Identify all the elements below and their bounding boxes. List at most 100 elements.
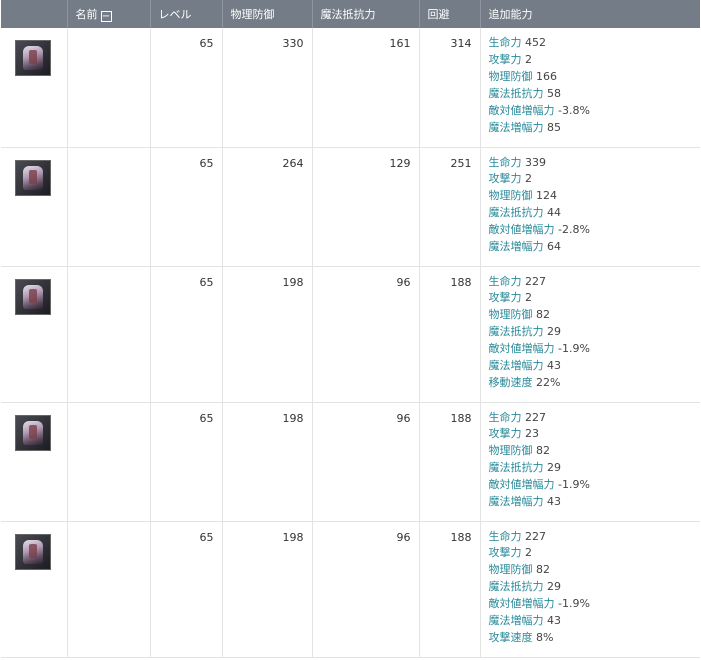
stat-value: 82: [536, 563, 550, 577]
stat-line: 移動速度 22%: [489, 375, 701, 392]
stat-name: 攻撃力: [488, 52, 522, 66]
stat-line: 魔法増幅力 85: [489, 120, 701, 137]
phys-def-cell: 198: [222, 402, 313, 522]
evasion-column-header[interactable]: 回避: [419, 0, 481, 28]
item-name-cell: [67, 28, 151, 148]
stat-value: 124: [536, 189, 557, 203]
stat-line: 攻撃力 2: [489, 52, 701, 69]
stat-value: 64: [547, 240, 561, 254]
armor-piece-icon[interactable]: [15, 414, 51, 451]
bonus-stats-cell: 生命力 339 攻撃力 2 物理防御 124 魔法抵抗力 44 敵対値増幅力 -2.8%…: [480, 147, 701, 267]
bonus-stats-cell: 生命力 227 攻撃力 2 物理防御 82 魔法抵抗力 29 敵対値増幅力 -1.9% 魔…: [480, 266, 701, 403]
stat-name: 魔法抵抗力: [488, 86, 544, 100]
item-table: 名前 − レベル 物理防御 魔法抵抗力 回避 追加能力 65 330 161 314 生命…: [1, 0, 700, 658]
stat-name: 物理防御: [488, 189, 533, 203]
stat-line: 敵対値増幅力 -1.9%: [489, 477, 701, 494]
table-row: 65 198 96 188 生命力 227 攻撃力 2 物理防御 82 魔法抵抗力 29 敵対値…: [1, 521, 701, 658]
stat-name: 生命力: [488, 36, 522, 49]
collapse-toggle-icon[interactable]: −: [100, 11, 112, 22]
stat-name: 魔法抵抗力: [488, 325, 544, 339]
table-row: 65 198 96 188 生命力 227 攻撃力 23 物理防御 82 魔法抵抗力 29 敵対…: [1, 402, 701, 522]
stat-name: 敵対値増幅力: [488, 478, 555, 492]
stat-line: 攻撃力 2: [489, 545, 701, 562]
armor-piece-icon[interactable]: [15, 533, 51, 570]
stat-name: 物理防御: [488, 563, 533, 577]
item-icon-cell[interactable]: [1, 147, 68, 267]
bonus-stats-cell: 生命力 227 攻撃力 23 物理防御 82 魔法抵抗力 29 敵対値増幅力 -1.9%…: [480, 402, 701, 522]
stat-value: 2: [525, 172, 532, 186]
stat-line: 物理防御 82: [489, 443, 701, 460]
stat-value: 339: [525, 155, 546, 169]
stat-line: 魔法抵抗力 29: [489, 324, 701, 341]
level-cell: 65: [150, 147, 223, 267]
stat-value: 85: [547, 120, 561, 134]
stat-name: 敵対値増幅力: [488, 342, 555, 356]
item-icon-cell[interactable]: [1, 266, 68, 403]
phys-def-column-header[interactable]: 物理防御: [222, 0, 313, 28]
stat-line: 物理防御 124: [489, 188, 701, 205]
stat-name: 攻撃力: [488, 427, 522, 441]
bonus-column-header[interactable]: 追加能力: [480, 0, 700, 28]
phys-def-cell: 198: [222, 266, 313, 403]
mag-res-cell: 129: [312, 147, 420, 267]
stat-line: 生命力 339: [489, 155, 701, 172]
stat-value: 227: [525, 410, 546, 424]
stat-line: 攻撃力 23: [489, 426, 701, 443]
stat-name: 生命力: [488, 529, 522, 543]
mag-res-column-header[interactable]: 魔法抵抗力: [312, 0, 420, 28]
bonus-stats-cell: 生命力 452 攻撃力 2 物理防御 166 魔法抵抗力 58 敵対値増幅力 -3.8%…: [480, 28, 701, 148]
mag-res-cell: 96: [312, 402, 420, 522]
stat-line: 物理防御 166: [489, 69, 701, 86]
level-cell: 65: [150, 266, 223, 403]
stat-name: 魔法増幅力: [488, 240, 544, 254]
stat-name: 魔法増幅力: [488, 495, 544, 509]
stat-name: 生命力: [488, 410, 522, 424]
stat-name: 物理防御: [488, 308, 533, 322]
stat-name: 魔法増幅力: [488, 614, 544, 628]
level-column-header[interactable]: レベル: [150, 0, 223, 28]
stat-line: 生命力 227: [489, 274, 701, 291]
stat-line: 敵対値増幅力 -1.9%: [489, 341, 701, 358]
item-icon-cell[interactable]: [1, 521, 68, 658]
stat-value: -1.9%: [558, 342, 590, 356]
stat-name: 生命力: [488, 274, 522, 288]
stat-line: 敵対値増幅力 -1.9%: [489, 596, 701, 613]
evasion-cell: 188: [419, 266, 481, 403]
evasion-cell: 188: [419, 402, 481, 522]
stat-line: 生命力 452: [489, 35, 701, 52]
stat-name: 生命力: [488, 155, 522, 169]
stat-line: 生命力 227: [489, 410, 701, 427]
stat-line: 魔法抵抗力 58: [489, 86, 701, 103]
stat-line: 魔法抵抗力 29: [489, 579, 701, 596]
table-header: 名前 − レベル 物理防御 魔法抵抗力 回避 追加能力: [1, 0, 700, 28]
stat-value: 2: [525, 52, 532, 66]
stat-name: 敵対値増幅力: [488, 597, 555, 611]
armor-piece-icon[interactable]: [15, 40, 51, 76]
item-name-cell: [67, 266, 151, 403]
bonus-stats-cell: 生命力 227 攻撃力 2 物理防御 82 魔法抵抗力 29 敵対値増幅力 -1.9% 魔…: [480, 521, 701, 658]
stat-name: 魔法抵抗力: [488, 580, 544, 594]
stat-line: 生命力 227: [489, 529, 701, 546]
item-icon-cell[interactable]: [1, 402, 68, 522]
item-icon-cell[interactable]: [1, 28, 68, 148]
stat-line: 魔法抵抗力 29: [489, 460, 701, 477]
stat-value: 43: [547, 495, 561, 509]
armor-piece-icon[interactable]: [15, 278, 51, 315]
table-body: 65 330 161 314 生命力 452 攻撃力 2 物理防御 166 魔法抵抗力 58 敵…: [1, 28, 701, 658]
stat-line: 敵対値増幅力 -2.8%: [489, 222, 701, 239]
stat-name: 攻撃力: [488, 172, 522, 186]
stat-line: 敵対値増幅力 -3.8%: [489, 103, 701, 120]
stat-line: 物理防御 82: [489, 307, 701, 324]
stat-value: 82: [536, 444, 550, 458]
stat-value: 23: [525, 427, 539, 441]
evasion-cell: 188: [419, 521, 481, 658]
stat-value: 2: [525, 291, 532, 305]
stat-line: 魔法増幅力 43: [489, 613, 701, 630]
stat-name: 移動速度: [488, 375, 533, 389]
phys-def-cell: 198: [222, 521, 313, 658]
name-column-header[interactable]: 名前 −: [67, 0, 151, 28]
stat-name: 攻撃力: [488, 291, 522, 305]
stat-value: 29: [547, 325, 561, 339]
level-cell: 65: [150, 28, 223, 148]
armor-piece-icon[interactable]: [15, 159, 51, 196]
